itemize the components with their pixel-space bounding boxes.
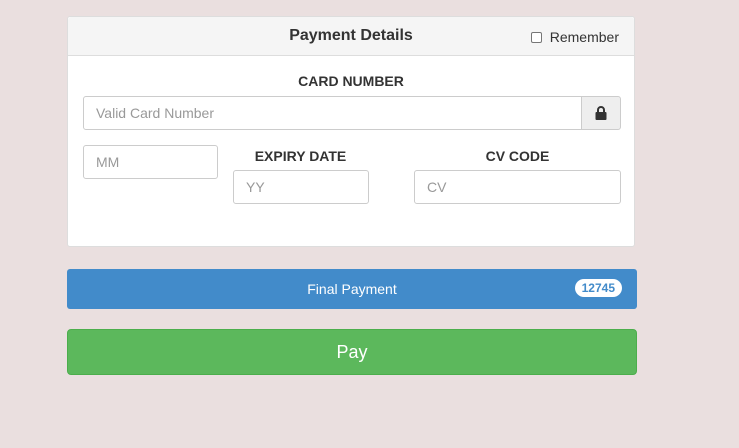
- expiry-month-input[interactable]: MM: [83, 145, 218, 179]
- card-number-addon: [581, 96, 621, 130]
- pay-button[interactable]: Pay: [67, 329, 637, 375]
- expiry-date-label: EXPIRY DATE: [254, 148, 347, 164]
- lock-icon: [595, 106, 607, 120]
- amount-badge: 12745: [574, 279, 622, 297]
- remember-checkbox[interactable]: Remember: [530, 29, 619, 45]
- remember-label: Remember: [549, 29, 619, 45]
- cv-code-label: CV CODE: [485, 148, 550, 164]
- final-payment-bar: Final Payment 12745: [67, 269, 637, 309]
- panel-heading: Payment Details Remember: [68, 17, 634, 56]
- final-payment-label: Final Payment: [307, 281, 397, 297]
- expiry-year-input[interactable]: YY: [233, 170, 369, 204]
- card-number-label: CARD NUMBER: [298, 73, 404, 89]
- card-number-input[interactable]: Valid Card Number: [83, 96, 582, 130]
- cv-code-input[interactable]: CV: [414, 170, 621, 204]
- checkbox-box[interactable]: [530, 31, 542, 43]
- payment-panel: Payment Details Remember CARD NUMBER Val…: [67, 16, 635, 247]
